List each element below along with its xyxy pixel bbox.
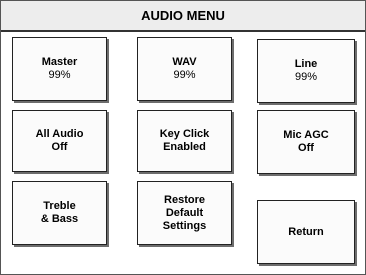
button-label: Key Click [159, 128, 210, 140]
button-label: Return [288, 225, 324, 238]
button-label: Master [41, 56, 78, 68]
button-label: Line [294, 58, 318, 70]
return-button[interactable]: Return [257, 200, 355, 264]
button-label: WAV [172, 56, 197, 68]
key-click-toggle-button[interactable]: Key Click Enabled [137, 110, 232, 172]
button-value: Enabled [163, 141, 206, 153]
button-label: All Audio [35, 128, 84, 140]
button-label: Treble [43, 200, 76, 212]
button-label-2: Default [165, 206, 204, 219]
button-label-2: & Bass [40, 213, 79, 225]
button-value: 99% [294, 71, 318, 83]
button-label: Restore [164, 193, 205, 206]
menu-title: AUDIO MENU [1, 1, 365, 32]
button-value: Off [51, 141, 68, 153]
button-label: Mic AGC [283, 129, 329, 141]
audio-menu-screen: AUDIO MENU Master 99% WAV 99% Line 99% A… [0, 0, 366, 275]
button-label-3: Settings [162, 219, 207, 232]
mic-agc-toggle-button[interactable]: Mic AGC Off [257, 110, 355, 174]
restore-default-settings-button[interactable]: Restore Default Settings [137, 181, 232, 245]
button-value: Off [298, 142, 314, 154]
all-audio-toggle-button[interactable]: All Audio Off [12, 110, 107, 172]
button-value: 99% [48, 69, 71, 81]
button-value: 99% [173, 69, 196, 81]
master-volume-button[interactable]: Master 99% [12, 37, 107, 101]
line-volume-button[interactable]: Line 99% [257, 39, 355, 103]
wav-volume-button[interactable]: WAV 99% [137, 37, 232, 101]
treble-bass-button[interactable]: Treble & Bass [12, 181, 107, 245]
